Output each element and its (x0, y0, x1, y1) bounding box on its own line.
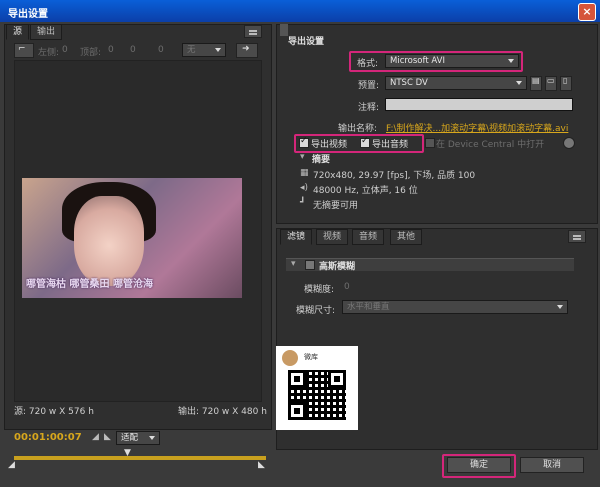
export-audio-checkbox[interactable] (360, 136, 370, 148)
import-preset-button[interactable]: ▭ (545, 76, 557, 91)
format-select[interactable]: Microsoft AVI (385, 54, 519, 68)
metadata-icon: ┛ (300, 198, 306, 208)
output-name-link[interactable]: F:\制作解决...加滚动字幕\视频加滚动字幕.avi (386, 121, 568, 134)
ok-button[interactable]: 确定 (447, 457, 511, 473)
comment-input[interactable] (385, 98, 573, 111)
panel-menu-button[interactable] (244, 25, 262, 38)
video-icon: ▦ (300, 168, 309, 178)
video-subtitle: 哪管海枯 哪管桑田 哪管沧海 (26, 279, 153, 290)
summary-toggle-icon[interactable]: ▾ (300, 152, 305, 162)
crop-right-value[interactable]: 0 (130, 45, 136, 55)
panel-grip (280, 24, 288, 36)
preset-select[interactable]: NTSC DV (385, 76, 527, 90)
crop-fit-select[interactable]: 无 (182, 43, 226, 57)
delete-preset-button[interactable]: ▯ (560, 76, 572, 91)
crop-button[interactable]: ⌐ (14, 43, 34, 58)
collapse-triangle-icon[interactable]: ▾ (290, 34, 295, 44)
save-icon: ▤ (532, 76, 540, 85)
output-dimensions: 输出: 720 w X 480 h (178, 407, 267, 417)
qr-corner-tl (288, 370, 306, 388)
tab-source[interactable]: 源 (6, 24, 30, 40)
export-audio-label: 导出音频 (372, 140, 409, 150)
device-central-checkbox[interactable] (425, 138, 435, 148)
rotate-button[interactable]: ➜ (236, 43, 258, 58)
qr-code-image: 微库 (276, 346, 358, 430)
crop-top-value[interactable]: 0 (108, 45, 114, 55)
timecode[interactable]: 00:01:00:07 (14, 432, 82, 443)
tab-filters[interactable]: 滤镜 (280, 229, 313, 245)
summary-metadata: 无摘要可用 (313, 201, 359, 211)
qr-corner-bl (288, 402, 306, 420)
filter-name: 高斯模糊 (319, 262, 356, 272)
close-button[interactable]: × (578, 3, 596, 21)
export-settings-window: 导出设置 × 源 输出 ⌐ 左侧: 0 顶部: 0 0 0 无 ➜ 哪管海枯 哪… (0, 0, 600, 487)
tab-audio[interactable]: 音频 (352, 229, 385, 245)
blur-dimensions-value: 水平和垂直 (347, 302, 390, 312)
trash-icon: ▯ (563, 76, 568, 85)
summary-video: 720x480, 29.97 [fps], 下场, 品质 100 (313, 171, 476, 181)
tab-video[interactable]: 视频 (316, 229, 349, 245)
qr-corner-tr (328, 370, 346, 388)
crop-icon: ⌐ (18, 44, 26, 54)
blur-label: 模糊度: (304, 285, 335, 295)
qr-name: 微库 (304, 353, 318, 361)
audio-icon: ◂) (300, 183, 309, 193)
tab-output[interactable]: 输出 (30, 24, 63, 40)
device-central-icon[interactable] (563, 137, 575, 149)
in-point-icon[interactable]: ◢ (92, 432, 99, 442)
filter-toggle-icon[interactable]: ▾ (291, 259, 296, 269)
format-value: Microsoft AVI (390, 56, 445, 66)
crop-left-value[interactable]: 0 (62, 45, 68, 55)
out-point-icon[interactable]: ◣ (104, 432, 111, 442)
source-dimensions: 源: 720 w X 576 h (14, 407, 94, 417)
summary-audio: 48000 Hz, 立体声, 16 位 (313, 186, 418, 196)
arrow-right-icon: ➜ (242, 44, 250, 54)
blur-value[interactable]: 0 (344, 282, 350, 292)
timeline-start-handle[interactable]: ◢ (8, 460, 15, 470)
output-name-label: 输出名称: (338, 124, 378, 134)
export-video-checkbox[interactable] (299, 136, 309, 148)
blur-dimensions-select[interactable]: 水平和垂直 (342, 300, 568, 314)
zoom-value: 适配 (121, 433, 139, 443)
crop-fit-value: 无 (187, 45, 196, 55)
title-bar: 导出设置 × (0, 0, 600, 22)
crop-left-label: 左侧: (38, 48, 60, 58)
filter-enable-checkbox[interactable] (305, 260, 315, 270)
effects-menu-button[interactable] (568, 230, 586, 243)
folder-icon: ▭ (547, 76, 555, 85)
preset-label: 预置: (358, 81, 380, 91)
crop-top-label: 顶部: (80, 48, 102, 58)
crop-bottom-value[interactable]: 0 (158, 45, 164, 55)
zoom-select[interactable]: 适配 (116, 431, 160, 445)
video-frame: 哪管海枯 哪管桑田 哪管沧海 (22, 178, 242, 298)
device-central-label: 在 Device Central 中打开 (436, 140, 545, 150)
timeline-bar[interactable] (14, 456, 266, 460)
cancel-button[interactable]: 取消 (520, 457, 584, 473)
comment-label: 注释: (358, 103, 380, 113)
cat-logo-icon (282, 350, 298, 366)
timeline-end-handle[interactable]: ◣ (258, 460, 265, 470)
save-preset-button[interactable]: ▤ (530, 76, 542, 91)
window-title: 导出设置 (8, 9, 48, 20)
tab-other[interactable]: 其他 (390, 229, 423, 245)
video-face (74, 196, 144, 286)
export-video-label: 导出视频 (311, 140, 348, 150)
summary-title: 摘要 (312, 155, 331, 165)
preset-value: NTSC DV (390, 78, 428, 88)
blur-dimensions-label: 模糊尺寸: (296, 306, 336, 316)
